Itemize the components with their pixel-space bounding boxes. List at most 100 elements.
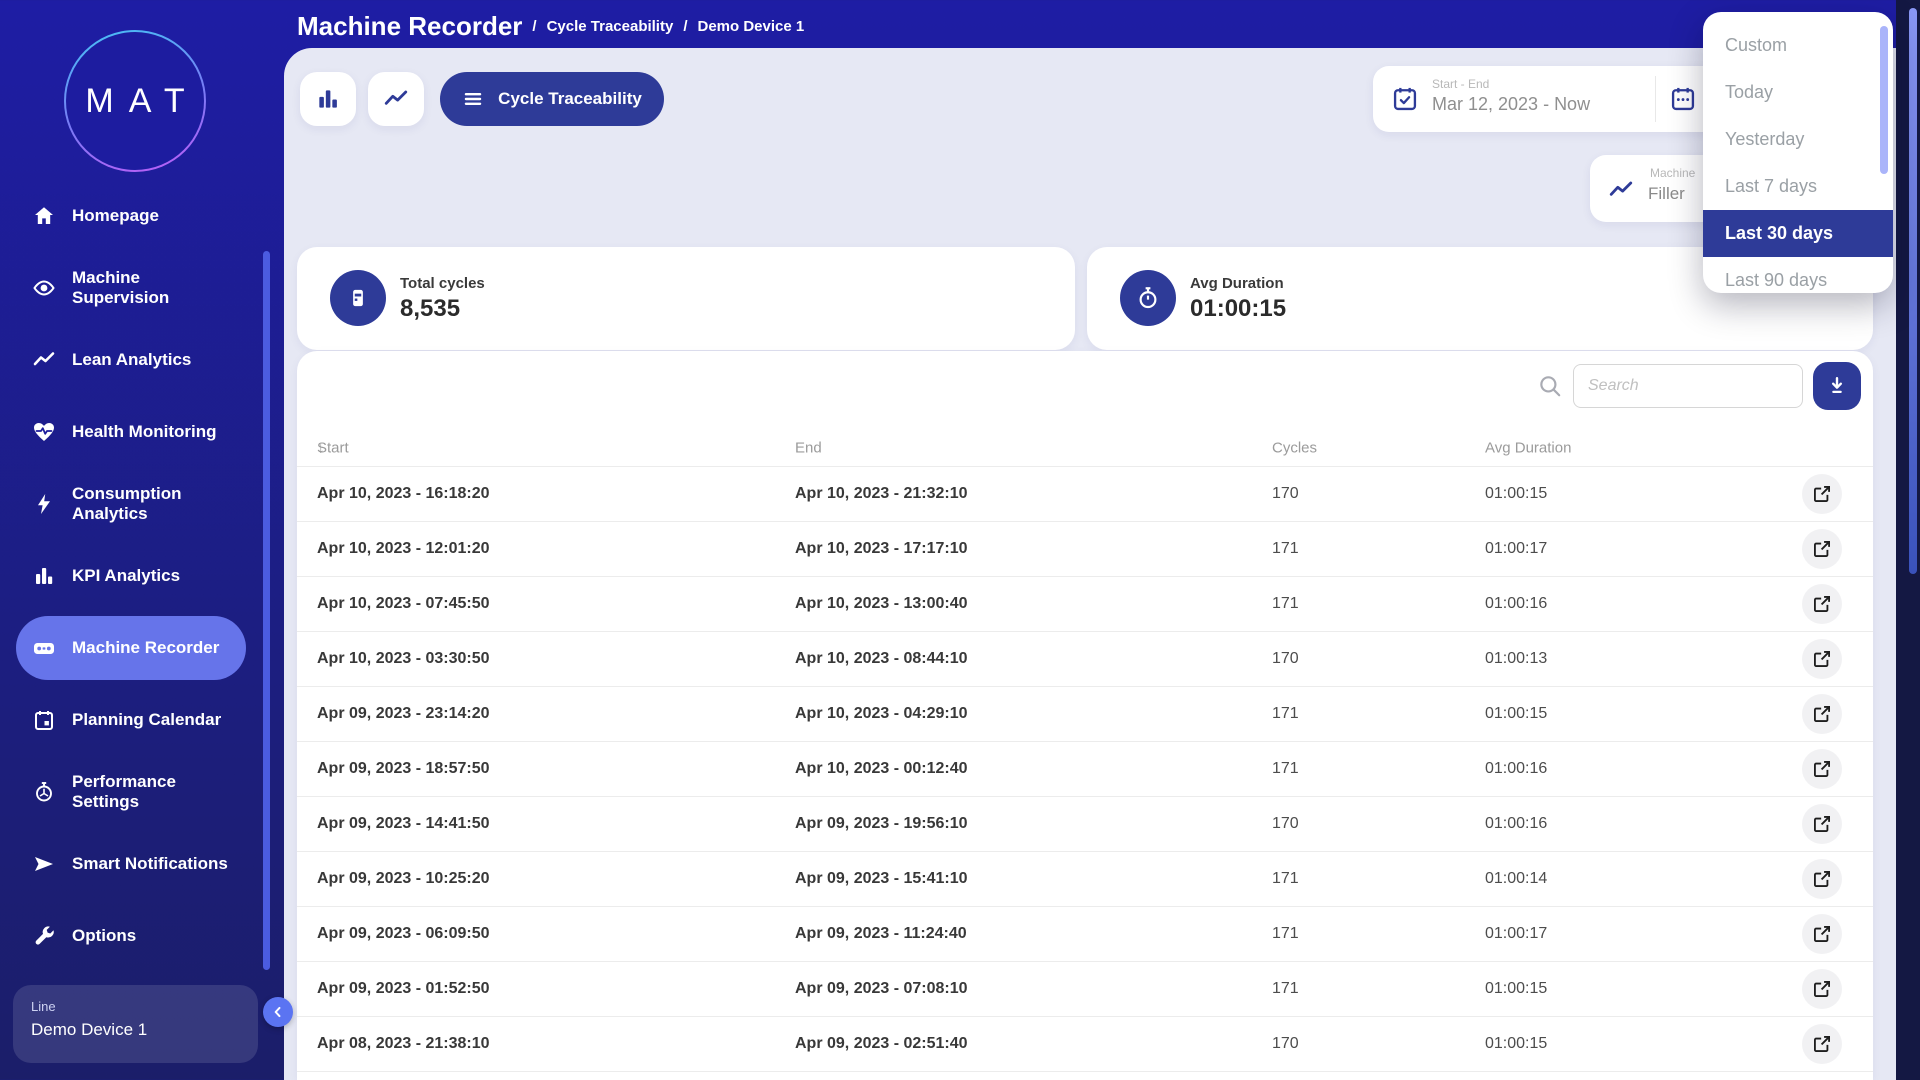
sidebar-item-health-monitoring[interactable]: Health Monitoring bbox=[0, 396, 284, 468]
sort-desc-icon: ↓ bbox=[317, 440, 325, 457]
dropdown-item-custom[interactable]: Custom bbox=[1703, 22, 1893, 69]
cell-end: Apr 10, 2023 - 17:17:10 bbox=[795, 540, 968, 558]
cell-avg: 01:00:16 bbox=[1485, 760, 1547, 778]
cell-start: Apr 10, 2023 - 16:18:20 bbox=[317, 485, 490, 503]
sidebar-item-kpi-analytics[interactable]: KPI Analytics bbox=[0, 540, 284, 612]
cell-start: Apr 10, 2023 - 12:01:20 bbox=[317, 540, 490, 558]
open-details-button[interactable] bbox=[1802, 694, 1842, 734]
sidebar-item-machine-recorder[interactable]: Machine Recorder bbox=[16, 616, 246, 680]
launch-icon bbox=[1812, 484, 1832, 504]
sidebar-item-label: Performance Settings bbox=[72, 772, 230, 811]
launch-icon bbox=[1812, 1034, 1832, 1054]
open-details-button[interactable] bbox=[1802, 474, 1842, 514]
launch-icon bbox=[1812, 979, 1832, 999]
selected-line-card[interactable]: Line Demo Device 1 bbox=[13, 985, 258, 1063]
logo-text: MAT bbox=[70, 82, 199, 121]
cell-cycles: 171 bbox=[1272, 870, 1299, 888]
counter-icon bbox=[330, 270, 386, 326]
column-header-end[interactable]: End bbox=[795, 440, 822, 457]
sidebar-item-lean-analytics[interactable]: Lean Analytics bbox=[0, 324, 284, 396]
open-details-button[interactable] bbox=[1802, 859, 1842, 899]
open-details-button[interactable] bbox=[1802, 1024, 1842, 1064]
cell-start: Apr 10, 2023 - 03:30:50 bbox=[317, 650, 490, 668]
breadcrumb-section[interactable]: Cycle Traceability bbox=[547, 18, 674, 35]
cell-end: Apr 09, 2023 - 11:24:40 bbox=[795, 925, 967, 943]
table-row: Apr 09, 2023 - 14:41:50 Apr 09, 2023 - 19… bbox=[297, 796, 1873, 851]
dropdown-item-today[interactable]: Today bbox=[1703, 69, 1893, 116]
cell-avg: 01:00:15 bbox=[1485, 980, 1547, 998]
open-details-button[interactable] bbox=[1802, 914, 1842, 954]
calendar-preset-icon[interactable] bbox=[1669, 85, 1697, 113]
open-details-button[interactable] bbox=[1802, 529, 1842, 569]
search-input[interactable] bbox=[1573, 364, 1803, 408]
cell-end: Apr 10, 2023 - 21:32:10 bbox=[795, 485, 968, 503]
date-range-picker[interactable]: Start - End Mar 12, 2023 - Now bbox=[1373, 66, 1743, 132]
date-range-value: Mar 12, 2023 - Now bbox=[1432, 94, 1590, 115]
sidebar-item-label: Smart Notifications bbox=[72, 854, 230, 874]
download-button[interactable] bbox=[1813, 362, 1861, 410]
cell-avg: 01:00:15 bbox=[1485, 705, 1547, 723]
stat-value: 8,535 bbox=[400, 295, 460, 323]
sidebar-item-options[interactable]: Options bbox=[0, 900, 284, 972]
cell-start: Apr 09, 2023 - 14:41:50 bbox=[317, 815, 490, 833]
cell-end: Apr 09, 2023 - 07:08:10 bbox=[795, 980, 968, 998]
sidebar-item-performance-settings[interactable]: Performance Settings bbox=[0, 756, 284, 828]
breadcrumb: Machine Recorder / Cycle Traceability / … bbox=[297, 8, 804, 44]
sidebar-collapse-button[interactable] bbox=[263, 997, 293, 1027]
page-scrollbar-thumb[interactable] bbox=[1909, 8, 1917, 574]
bar-chart-view-button[interactable] bbox=[300, 72, 356, 126]
chevron-left-icon bbox=[271, 1005, 285, 1019]
open-details-button[interactable] bbox=[1802, 639, 1842, 679]
open-details-button[interactable] bbox=[1802, 584, 1842, 624]
sidebar-item-label: Options bbox=[72, 926, 230, 946]
cell-end: Apr 09, 2023 - 02:51:40 bbox=[795, 1035, 968, 1053]
cell-cycles: 171 bbox=[1272, 980, 1299, 998]
open-details-button[interactable] bbox=[1802, 969, 1842, 1009]
sidebar-item-smart-notifications[interactable]: Smart Notifications bbox=[0, 828, 284, 900]
machine-label: Machine bbox=[1650, 166, 1695, 180]
sidebar-scrollbar-thumb[interactable] bbox=[263, 251, 270, 970]
sidebar-item-machine-supervision[interactable]: Machine Supervision bbox=[0, 252, 284, 324]
sidebar-item-label: Machine Recorder bbox=[72, 638, 230, 658]
cell-cycles: 170 bbox=[1272, 1035, 1299, 1053]
sidebar-item-planning-calendar[interactable]: Planning Calendar bbox=[0, 684, 284, 756]
cycle-traceability-button[interactable]: Cycle Traceability bbox=[440, 72, 664, 126]
home-icon bbox=[32, 204, 56, 228]
machine-trend-icon bbox=[1608, 177, 1634, 203]
cell-end: Apr 10, 2023 - 08:44:10 bbox=[795, 650, 968, 668]
search-icon bbox=[1537, 373, 1563, 399]
dropdown-scrollbar-thumb[interactable] bbox=[1880, 26, 1888, 174]
column-header-cycles[interactable]: Cycles bbox=[1272, 440, 1317, 457]
launch-icon bbox=[1812, 539, 1832, 559]
cell-cycles: 171 bbox=[1272, 705, 1299, 723]
open-details-button[interactable] bbox=[1802, 749, 1842, 789]
dropdown-item-last-90-days[interactable]: Last 90 days bbox=[1703, 257, 1893, 293]
send-icon bbox=[32, 852, 56, 876]
stopwatch-icon bbox=[1120, 270, 1176, 326]
line-chart-view-button[interactable] bbox=[368, 72, 424, 126]
breadcrumb-device[interactable]: Demo Device 1 bbox=[698, 18, 805, 35]
sidebar-item-consumption-analytics[interactable]: Consumption Analytics bbox=[0, 468, 284, 540]
cell-start: Apr 08, 2023 - 21:38:10 bbox=[317, 1035, 490, 1053]
cell-end: Apr 09, 2023 - 19:56:10 bbox=[795, 815, 968, 833]
cell-avg: 01:00:17 bbox=[1485, 925, 1547, 943]
dropdown-item-last-30-days[interactable]: Last 30 days bbox=[1703, 210, 1893, 257]
dropdown-item-yesterday[interactable]: Yesterday bbox=[1703, 116, 1893, 163]
cell-cycles: 171 bbox=[1272, 595, 1299, 613]
cell-avg: 01:00:15 bbox=[1485, 1035, 1547, 1053]
table-row: Apr 10, 2023 - 03:30:50 Apr 10, 2023 - 08… bbox=[297, 631, 1873, 686]
cell-avg: 01:00:16 bbox=[1485, 595, 1547, 613]
stat-label: Total cycles bbox=[400, 275, 485, 292]
open-details-button[interactable] bbox=[1802, 804, 1842, 844]
date-range-label: Start - End bbox=[1432, 77, 1489, 91]
cell-end: Apr 10, 2023 - 04:29:10 bbox=[795, 705, 968, 723]
cell-start: Apr 09, 2023 - 06:09:50 bbox=[317, 925, 490, 943]
eye-icon bbox=[32, 276, 56, 300]
cell-start: Apr 09, 2023 - 18:57:50 bbox=[317, 760, 490, 778]
dropdown-item-last-7-days[interactable]: Last 7 days bbox=[1703, 163, 1893, 210]
wrench-icon bbox=[32, 924, 56, 948]
column-header-avg-duration[interactable]: Avg Duration bbox=[1485, 440, 1571, 457]
breadcrumb-separator: / bbox=[683, 18, 687, 35]
sidebar-item-homepage[interactable]: Homepage bbox=[0, 180, 284, 252]
sidebar-item-label: KPI Analytics bbox=[72, 566, 230, 586]
